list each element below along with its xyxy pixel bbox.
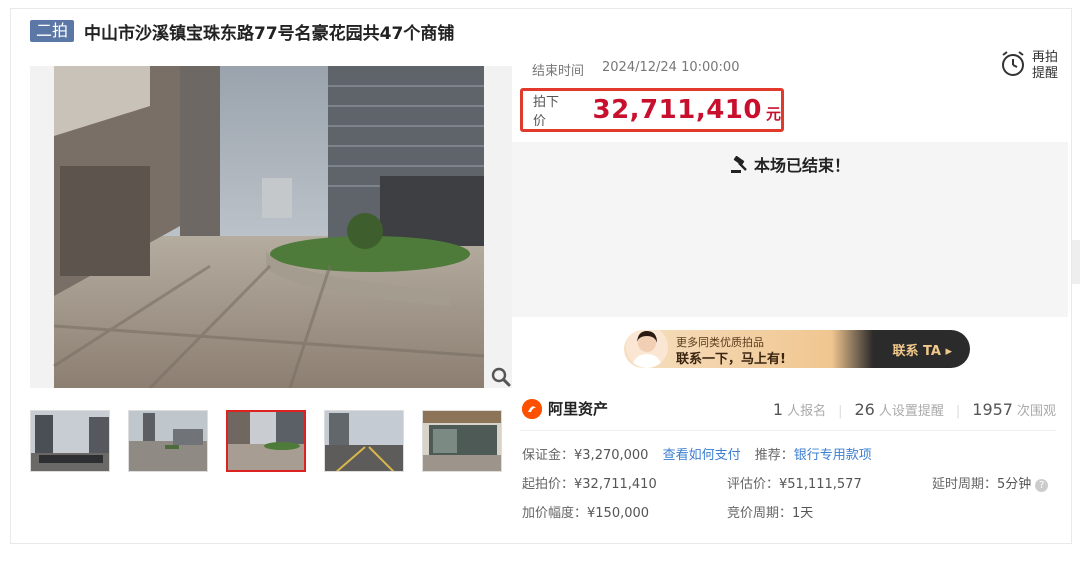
round-badge: 二拍 xyxy=(30,20,75,42)
thumbnail-3[interactable] xyxy=(226,410,306,472)
cycle-row: 竞价周期：1天 xyxy=(727,506,814,521)
promo-container: 更多同类优质拍品 联系一下，马上有! 联系 TA ▸ xyxy=(516,318,1064,380)
increment-row: 加价幅度：¥150,000 xyxy=(522,506,650,521)
remind-label: 再拍提醒 xyxy=(1032,50,1059,81)
thumbnail-2[interactable] xyxy=(128,410,208,472)
question-circle-icon[interactable]: ? xyxy=(1035,479,1049,492)
stats-row: 1 人报名 | 26 人设置提醒 | 1957 次围观 xyxy=(772,400,1056,419)
gavel-icon xyxy=(730,155,750,174)
delay-value: 5分钟 xyxy=(997,477,1032,492)
appraisal-row: 评估价：¥51,111,577 xyxy=(727,477,862,492)
thumbnail-strip xyxy=(30,410,520,472)
thumbnail-1[interactable] xyxy=(30,410,110,472)
status-area: 本场已结束！ xyxy=(512,142,1068,317)
price-label: 拍下价 xyxy=(533,95,560,129)
agent-avatar xyxy=(626,330,668,368)
price-unit: 元 xyxy=(765,104,781,123)
thumbnail-4[interactable] xyxy=(324,410,404,472)
magnifier-icon[interactable] xyxy=(490,366,512,388)
main-photo[interactable] xyxy=(30,66,512,388)
price-value: 32,711,410 xyxy=(592,95,762,125)
increment-value: ¥150,000 xyxy=(587,506,650,521)
deposit-value: ¥3,270,000 xyxy=(574,448,649,463)
alarm-clock-icon xyxy=(1000,50,1026,82)
title-row: 二拍 中山市沙溪镇宝珠东路77号名豪花园共47个商铺 xyxy=(30,18,454,44)
cycle-value: 1天 xyxy=(792,506,814,521)
brand-name: 阿里资产 xyxy=(548,400,609,418)
status-message: 本场已结束！ xyxy=(512,152,1068,176)
alibaba-logo-icon xyxy=(522,398,542,419)
final-price-box: 拍下价 32,711,410 元 xyxy=(520,88,784,132)
page-title: 中山市沙溪镇宝珠东路77号名豪花园共47个商铺 xyxy=(84,23,455,44)
remind-button[interactable]: 再拍提醒 xyxy=(1000,50,1060,82)
contact-promo-banner[interactable]: 更多同类优质拍品 联系一下，马上有! 联系 TA ▸ xyxy=(624,330,970,368)
start-price-row: 起拍价：¥32,711,410 xyxy=(522,477,657,492)
delay-row: 延时周期：5分钟? xyxy=(932,473,1049,492)
signup-stat: 1 人报名 xyxy=(772,400,827,419)
divider xyxy=(520,430,1056,431)
start-price-value: ¥32,711,410 xyxy=(574,477,657,492)
reminder-stat: 26 人设置提醒 xyxy=(854,400,944,419)
recommend-link[interactable]: 银行专用款项 xyxy=(794,448,872,463)
end-time-label: 结束时间 xyxy=(532,64,585,79)
brand-row: 阿里资产 xyxy=(522,398,608,419)
end-time-value: 2024/12/24 10:00:00 xyxy=(602,60,740,75)
promo-title: 联系一下，马上有! xyxy=(676,352,786,367)
scrollbar[interactable] xyxy=(1072,240,1080,284)
appraisal-value: ¥51,111,577 xyxy=(779,477,862,492)
end-time-row: 结束时间 2024/12/24 10:00:00 xyxy=(532,60,739,79)
pay-howto-link[interactable]: 查看如何支付 xyxy=(663,448,741,463)
deposit-row: 保证金：¥3,270,000 查看如何支付 推荐：银行专用款项 xyxy=(522,448,872,463)
status-text: 本场已结束！ xyxy=(753,156,850,175)
thumbnail-5[interactable] xyxy=(422,410,502,472)
view-stat: 1957 次围观 xyxy=(972,400,1056,419)
contact-button[interactable]: 联系 TA ▸ xyxy=(893,340,953,359)
